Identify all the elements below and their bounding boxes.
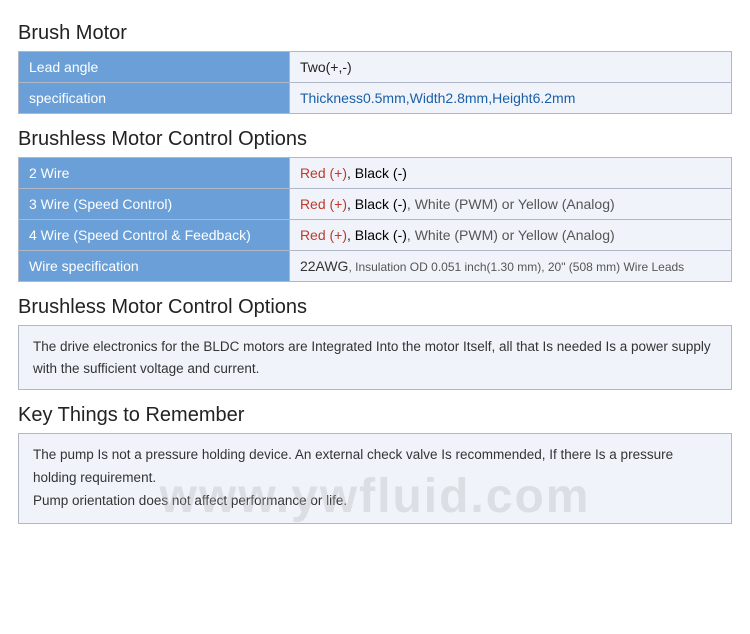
brushless-options-table: 2 Wire Red (+), Black (-) 3 Wire (Speed … [18, 157, 732, 282]
wire-spec-value: 22AWG, Insulation OD 0.051 inch(1.30 mm)… [289, 251, 731, 282]
page-wrapper: Brush Motor Lead angle Two(+,-) specific… [0, 0, 750, 554]
specification-value: Thickness0.5mm,Width2.8mm,Height6.2mm [289, 83, 731, 114]
brush-motor-table: Lead angle Two(+,-) specification Thickn… [18, 51, 732, 114]
brush-motor-title: Brush Motor [18, 22, 732, 45]
brushless-desc-text: The drive electronics for the BLDC motor… [33, 339, 711, 376]
separator: , [347, 196, 355, 212]
key-things-box: The pump Is not a pressure holding devic… [18, 433, 732, 524]
red-text: Red (+) [300, 165, 347, 181]
red-text: Red (+) [300, 196, 347, 212]
table-row: Wire specification 22AWG, Insulation OD … [19, 251, 732, 282]
table-row: 3 Wire (Speed Control) Red (+), Black (-… [19, 189, 732, 220]
wire-spec-label: Wire specification [19, 251, 290, 282]
wire2-value: Red (+), Black (-) [289, 158, 731, 189]
awg-details: , Insulation OD 0.051 inch(1.30 mm), 20"… [348, 260, 684, 274]
table-row: specification Thickness0.5mm,Width2.8mm,… [19, 83, 732, 114]
wire3-value: Red (+), Black (-), White (PWM) or Yello… [289, 189, 731, 220]
black-text: Black (-) [355, 227, 407, 243]
key-line-2: Pump orientation does not affect perform… [33, 490, 717, 513]
table-row: Lead angle Two(+,-) [19, 52, 732, 83]
separator: , [347, 165, 355, 181]
other-text: , White (PWM) or Yellow (Analog) [407, 196, 615, 212]
separator: , [347, 227, 355, 243]
wire3-label: 3 Wire (Speed Control) [19, 189, 290, 220]
specification-text: Thickness0.5mm,Width2.8mm,Height6.2mm [300, 90, 575, 106]
wire4-value: Red (+), Black (-), White (PWM) or Yello… [289, 220, 731, 251]
lead-angle-label: Lead angle [19, 52, 290, 83]
black-text: Black (-) [355, 165, 407, 181]
awg-text: 22AWG [300, 258, 349, 274]
red-text: Red (+) [300, 227, 347, 243]
brushless-desc-title: Brushless Motor Control Options [18, 296, 732, 319]
table-row: 4 Wire (Speed Control & Feedback) Red (+… [19, 220, 732, 251]
other-text: , White (PWM) or Yellow (Analog) [407, 227, 615, 243]
table-row: 2 Wire Red (+), Black (-) [19, 158, 732, 189]
black-text: Black (-) [355, 196, 407, 212]
key-line-1: The pump Is not a pressure holding devic… [33, 444, 717, 490]
brushless-options-title: Brushless Motor Control Options [18, 128, 732, 151]
key-things-title: Key Things to Remember [18, 404, 732, 427]
specification-label: specification [19, 83, 290, 114]
wire2-label: 2 Wire [19, 158, 290, 189]
lead-angle-value: Two(+,-) [289, 52, 731, 83]
wire4-label: 4 Wire (Speed Control & Feedback) [19, 220, 290, 251]
brushless-desc-box: The drive electronics for the BLDC motor… [18, 325, 732, 390]
